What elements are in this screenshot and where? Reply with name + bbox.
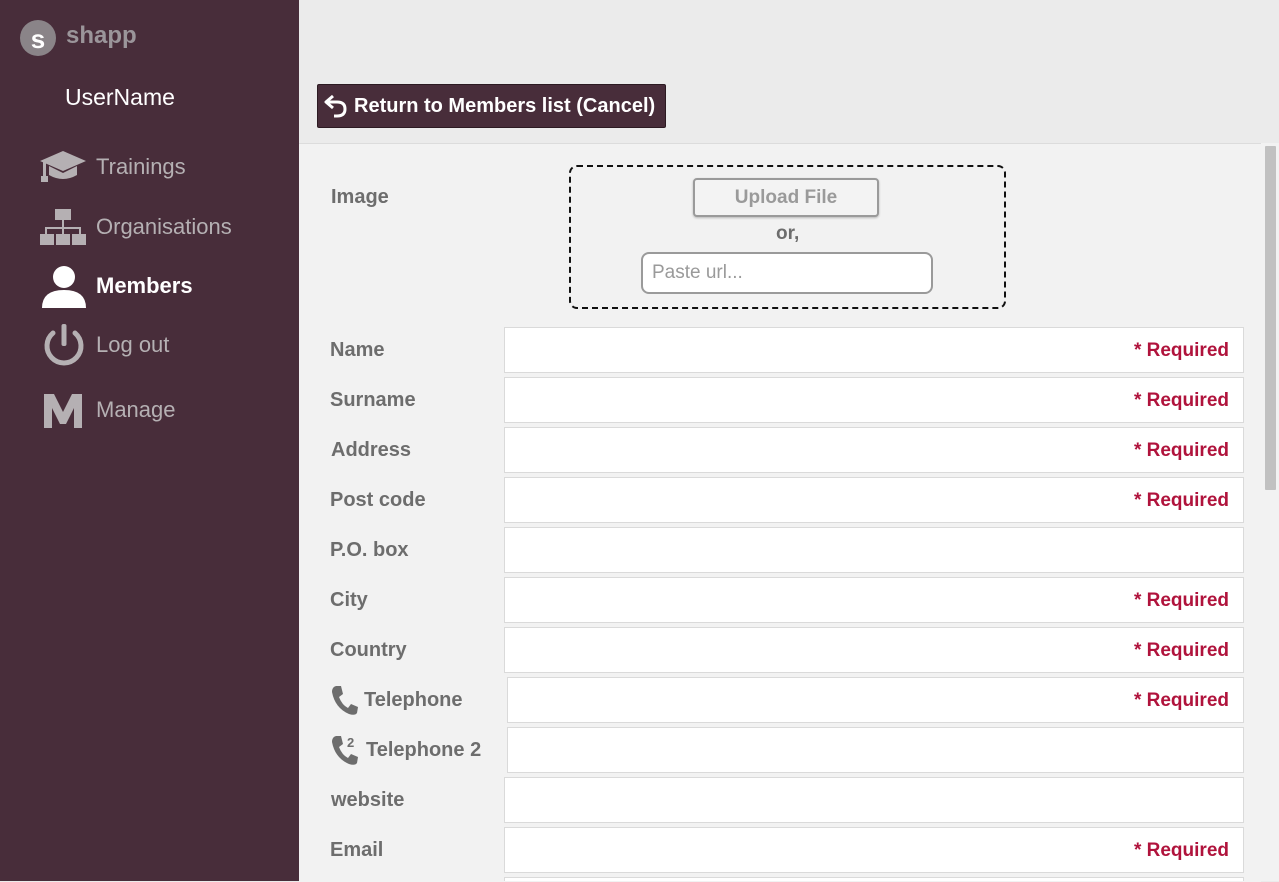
return-to-members-button[interactable]: Return to Members list (Cancel) xyxy=(317,84,666,128)
name-field[interactable]: * Required xyxy=(504,327,1244,373)
sidebar-item-label: Members xyxy=(96,273,193,298)
required-indicator: * Required xyxy=(1133,440,1229,461)
surname-label: Surname xyxy=(330,389,416,411)
app-name: shapp xyxy=(66,22,137,49)
name-label: Name xyxy=(330,339,385,361)
username[interactable]: UserName xyxy=(65,84,175,111)
logo-mark: s xyxy=(20,20,56,56)
surname-field[interactable]: * Required xyxy=(504,377,1244,423)
power-icon xyxy=(38,321,90,369)
telephone-label-text: Telephone xyxy=(364,688,463,711)
telephone-2-label-text: Telephone 2 xyxy=(366,738,482,761)
manage-m-icon xyxy=(38,386,90,434)
user-icon xyxy=(38,262,90,310)
sidebar-item-logout[interactable]: Log out xyxy=(38,321,169,369)
sidebar-item-label: Manage xyxy=(96,397,176,422)
telephone-field[interactable]: * Required xyxy=(507,677,1244,723)
city-field[interactable]: * Required xyxy=(504,577,1244,623)
email-label: Email xyxy=(330,839,384,861)
or-separator: or, xyxy=(776,223,800,244)
phone-icon xyxy=(332,686,358,715)
address-field[interactable]: * Required xyxy=(504,427,1244,473)
image-label: Image xyxy=(331,186,389,208)
return-button-label: Return to Members list (Cancel) xyxy=(354,94,656,117)
required-indicator: * Required xyxy=(1133,490,1229,511)
required-indicator: * Required xyxy=(1133,340,1229,361)
sidebar-item-manage[interactable]: Manage xyxy=(38,386,176,434)
address-label: Address xyxy=(331,439,412,461)
sidebar: s shapp UserName Trainings Organisations… xyxy=(0,0,299,881)
po-box-field[interactable] xyxy=(504,527,1244,573)
country-field[interactable]: * Required xyxy=(504,627,1244,673)
sidebar-item-label: Trainings xyxy=(96,154,186,179)
website-label: website xyxy=(331,789,405,811)
required-indicator: * Required xyxy=(1133,590,1229,611)
sidebar-item-label: Log out xyxy=(96,332,170,357)
undo-arrow-icon xyxy=(324,94,347,118)
email-field[interactable]: * Required xyxy=(504,827,1244,873)
website-field[interactable] xyxy=(504,777,1244,823)
telephone-2-field[interactable] xyxy=(507,727,1244,773)
image-url-input[interactable] xyxy=(641,252,933,294)
phone-2-icon: 2 xyxy=(332,735,358,765)
required-indicator: * Required xyxy=(1133,840,1229,861)
required-indicator: * Required xyxy=(1133,690,1229,711)
post-code-field[interactable]: * Required xyxy=(504,477,1244,523)
next-field-partial[interactable] xyxy=(504,877,1244,881)
sidebar-item-organisations[interactable]: Organisations xyxy=(38,203,232,251)
graduation-cap-icon xyxy=(38,143,90,191)
country-label: Country xyxy=(330,639,407,661)
post-code-label: Post code xyxy=(330,489,426,511)
sidebar-item-label: Organisations xyxy=(96,214,232,239)
required-indicator: * Required xyxy=(1133,640,1229,661)
city-label: City xyxy=(330,589,368,611)
po-box-label: P.O. box xyxy=(330,539,409,561)
scrollbar-thumb[interactable] xyxy=(1265,146,1276,490)
app-logo[interactable]: s shapp xyxy=(20,20,137,56)
sidebar-item-members[interactable]: Members xyxy=(38,262,193,310)
required-indicator: * Required xyxy=(1133,390,1229,411)
telephone-2-label: 2 Telephone 2 xyxy=(330,734,481,766)
upload-file-button[interactable]: Upload File xyxy=(693,178,879,217)
telephone-label: Telephone xyxy=(330,684,463,716)
org-chart-icon xyxy=(38,203,90,251)
sidebar-item-trainings[interactable]: Trainings xyxy=(38,143,186,191)
svg-text:2: 2 xyxy=(347,735,354,750)
